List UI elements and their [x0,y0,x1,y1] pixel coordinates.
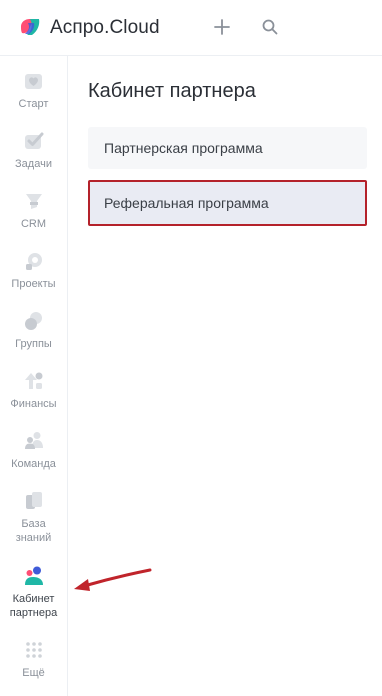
top-bar: Аспро.Cloud [0,0,382,56]
knowledge-base-icon [22,489,46,513]
sidebar: Старт Задачи CRM Проекты Группы Финансы [0,56,68,696]
checkmark-icon [22,129,46,153]
sidebar-item-projects[interactable]: Проекты [0,249,67,291]
sidebar-item-label: Старт [18,98,49,110]
main-content: Кабинет партнера Партнерская программа Р… [69,56,382,696]
more-dots-icon [22,638,46,662]
sidebar-item-label: Финансы [10,398,57,410]
plus-icon[interactable] [211,16,233,38]
page-title: Кабинет партнера [88,80,256,102]
sidebar-item-knowledge-base[interactable]: База знаний [0,489,67,545]
heart-icon [22,69,46,93]
sidebar-item-team[interactable]: Команда [0,429,67,471]
sidebar-item-label: Кабинет партнера [9,593,58,619]
sidebar-item-crm[interactable]: CRM [0,189,67,231]
sidebar-item-label: Группы [15,338,52,350]
sidebar-item-start[interactable]: Старт [0,69,67,111]
menu-item-partner-program[interactable]: Партнерская программа [88,127,367,169]
sidebar-item-label: Ещё [22,667,45,679]
sidebar-item-finance[interactable]: Финансы [0,369,67,411]
brand-name: Аспро.Cloud [50,17,160,38]
sidebar-item-label: База знаний [15,518,52,544]
aspro-cloud-logo-icon[interactable] [18,17,42,37]
search-icon[interactable] [259,16,281,38]
funnel-icon [22,189,46,213]
finance-icon [22,369,46,393]
partner-cabinet-icon [22,564,46,588]
team-icon [22,429,46,453]
groups-icon [22,309,46,333]
sidebar-item-label: Задачи [15,158,52,170]
sidebar-item-tasks[interactable]: Задачи [0,129,67,171]
projects-icon [22,249,46,273]
sidebar-item-groups[interactable]: Группы [0,309,67,351]
sidebar-item-partner-cabinet[interactable]: Кабинет партнера [0,564,67,620]
sidebar-item-label: CRM [20,218,47,230]
sidebar-item-label: Команда [11,458,56,470]
sidebar-item-more[interactable]: Ещё [0,638,67,680]
menu-item-referral-program[interactable]: Реферальная программа [88,180,367,226]
sidebar-item-label: Проекты [11,278,56,290]
